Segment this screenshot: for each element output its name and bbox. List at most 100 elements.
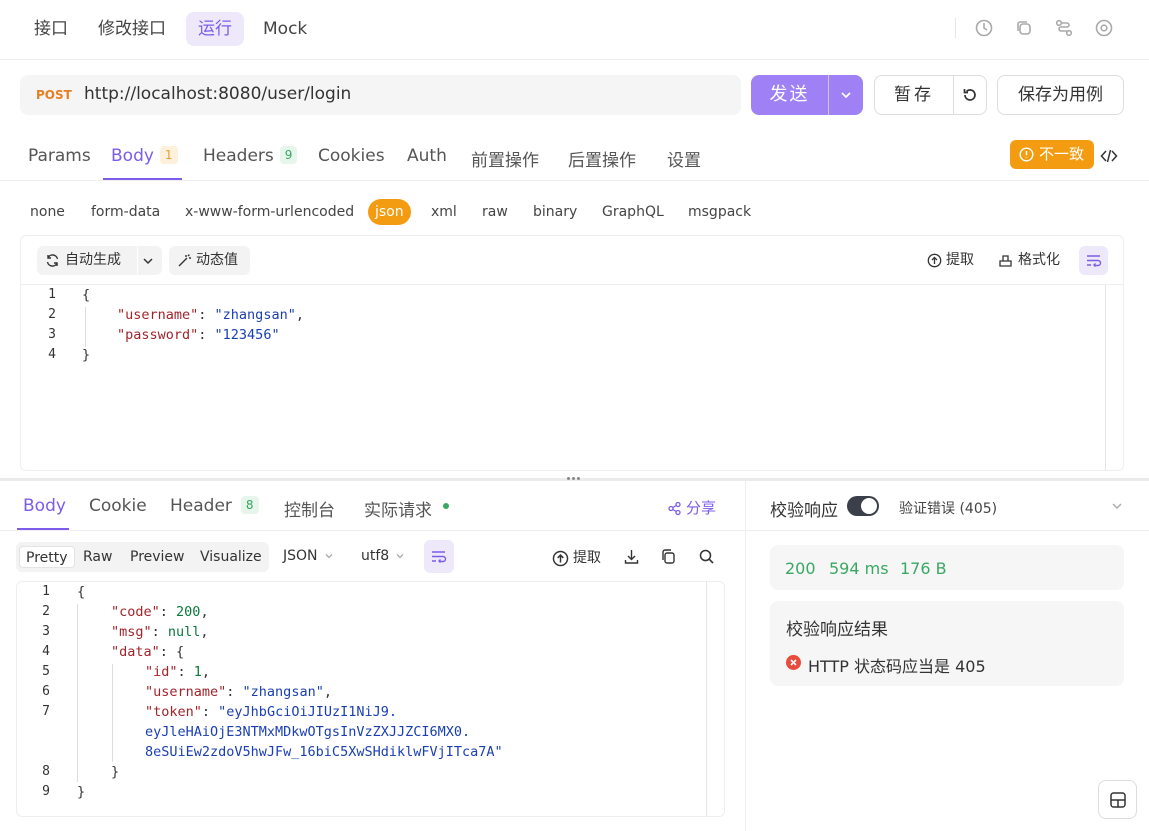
code-line[interactable]: } bbox=[82, 347, 90, 363]
top-tab-run[interactable]: 运行 bbox=[186, 12, 244, 46]
tab-cookies[interactable]: Cookies bbox=[318, 146, 385, 180]
wrap-toggle-button[interactable] bbox=[424, 540, 454, 573]
history-icon[interactable] bbox=[974, 18, 994, 38]
code-line[interactable]: "password": "123456" bbox=[117, 327, 280, 343]
copy-icon[interactable] bbox=[1014, 18, 1034, 38]
tab-body-label: Body bbox=[111, 146, 154, 166]
inconsistent-label: 不一致 bbox=[1039, 145, 1085, 163]
tabs-divider bbox=[0, 180, 1149, 181]
code-line[interactable]: { bbox=[77, 584, 85, 600]
view-mode-visualize[interactable]: Visualize bbox=[194, 546, 268, 568]
save-as-case-button[interactable]: 保存为用例 bbox=[997, 75, 1124, 115]
tab-pre-operations[interactable]: 前置操作 bbox=[471, 146, 539, 180]
view-mode-pretty[interactable]: Pretty bbox=[19, 546, 75, 568]
flow-icon[interactable] bbox=[1054, 18, 1074, 38]
resp-tab-actual-request[interactable]: 实际请求 bbox=[364, 496, 449, 530]
encoding-select[interactable]: utf8 bbox=[361, 548, 405, 564]
response-size: 176 B bbox=[900, 559, 947, 578]
splitter-handle-icon[interactable] bbox=[566, 476, 580, 482]
code-line[interactable]: 8eSUiEw2zdoV5hwJFw_16biC5XwSHdiklwFVjITc… bbox=[145, 744, 503, 760]
code-line[interactable]: "id": 1, bbox=[145, 664, 210, 680]
body-type-none[interactable]: none bbox=[23, 199, 72, 225]
tab-settings[interactable]: 设置 bbox=[667, 146, 701, 180]
body-type-form-data[interactable]: form-data bbox=[84, 199, 167, 225]
resp-tab-header[interactable]: Header 8 bbox=[170, 496, 259, 530]
top-tab-mock[interactable]: Mock bbox=[251, 12, 319, 46]
extract-button[interactable]: 提取 bbox=[927, 246, 974, 275]
body-type-xml[interactable]: xml bbox=[424, 199, 464, 225]
body-type-json[interactable]: json bbox=[368, 199, 411, 225]
settings-icon[interactable] bbox=[1094, 18, 1114, 38]
code-line[interactable]: eyJleHAiOjE3NTMxMDkwOTgsInVzZXJJZCI6MX0. bbox=[145, 724, 470, 740]
indent-guide bbox=[112, 664, 113, 762]
undo-icon[interactable] bbox=[961, 86, 979, 104]
code-line[interactable]: "username": "zhangsan", bbox=[117, 307, 304, 323]
url-bar[interactable]: POST http://localhost:8080/user/login bbox=[20, 75, 741, 115]
resp-tab-body[interactable]: Body bbox=[17, 496, 69, 530]
chevron-down-icon[interactable] bbox=[1110, 499, 1124, 513]
tab-post-operations[interactable]: 后置操作 bbox=[568, 146, 636, 180]
view-mode-raw[interactable]: Raw bbox=[77, 546, 118, 568]
editor-scrollbar[interactable] bbox=[1105, 285, 1106, 470]
body-type-urlencoded[interactable]: x-www-form-urlencoded bbox=[178, 199, 361, 225]
chevron-down-icon bbox=[325, 554, 332, 559]
line-number: 4 bbox=[42, 644, 50, 659]
view-mode-preview[interactable]: Preview bbox=[124, 546, 191, 568]
copy-icon[interactable] bbox=[660, 548, 677, 565]
share-button[interactable]: 分享 bbox=[667, 497, 716, 518]
resp-extract-label: 提取 bbox=[573, 550, 601, 566]
format-label: 格式化 bbox=[1018, 252, 1060, 268]
download-icon[interactable] bbox=[623, 548, 640, 565]
viewer-scrollbar[interactable] bbox=[706, 582, 707, 816]
tab-headers[interactable]: Headers 9 bbox=[203, 146, 298, 180]
tab-body[interactable]: Body 1 bbox=[103, 146, 182, 180]
inconsistent-badge[interactable]: 不一致 bbox=[1010, 140, 1094, 169]
validation-result-card: 校验响应结果 HTTP 状态码应当是 405 bbox=[770, 601, 1124, 686]
auto-generate-button[interactable]: 自动生成 bbox=[37, 246, 162, 275]
error-circle-icon bbox=[786, 655, 801, 670]
code-line[interactable]: { bbox=[82, 287, 90, 303]
dynamic-value-button[interactable]: 动态值 bbox=[169, 246, 250, 275]
code-line[interactable]: } bbox=[77, 784, 85, 800]
code-line[interactable]: } bbox=[111, 764, 119, 780]
send-button-group[interactable]: 发送 bbox=[751, 75, 863, 115]
save-button-group[interactable]: 暂存 bbox=[874, 75, 987, 115]
line-number: 3 bbox=[42, 624, 50, 639]
vertical-divider bbox=[745, 481, 746, 831]
code-line[interactable]: "username": "zhangsan", bbox=[145, 684, 332, 700]
body-type-graphql[interactable]: GraphQL bbox=[595, 199, 671, 225]
resp-tab-console[interactable]: 控制台 bbox=[284, 496, 335, 530]
search-icon[interactable] bbox=[698, 548, 715, 565]
code-line[interactable]: "msg": null, bbox=[111, 624, 209, 640]
code-line[interactable]: "data": { bbox=[111, 644, 184, 660]
wrap-lines-icon bbox=[1087, 255, 1102, 267]
view-mode-segmented[interactable]: Pretty Raw Preview Visualize bbox=[16, 542, 269, 572]
validation-toggle[interactable] bbox=[847, 496, 879, 516]
chevron-down-icon[interactable] bbox=[837, 86, 855, 104]
code-icon[interactable] bbox=[1100, 147, 1118, 165]
code-line[interactable]: "token": "eyJhbGciOiJIUzI1NiJ9. bbox=[145, 704, 397, 720]
resp-extract-button[interactable]: 提取 bbox=[552, 547, 601, 567]
url-input[interactable]: http://localhost:8080/user/login bbox=[84, 84, 351, 104]
auto-generate-label: 自动生成 bbox=[65, 252, 121, 268]
tab-params[interactable]: Params bbox=[28, 146, 91, 180]
line-number: 7 bbox=[42, 704, 50, 719]
body-type-msgpack[interactable]: msgpack bbox=[681, 199, 758, 225]
chevron-down-icon[interactable] bbox=[141, 254, 155, 268]
code-line[interactable]: "code": 200, bbox=[111, 604, 209, 620]
body-type-binary[interactable]: binary bbox=[526, 199, 584, 225]
body-type-raw[interactable]: raw bbox=[475, 199, 515, 225]
top-tab-interface[interactable]: 接口 bbox=[22, 12, 80, 46]
format-select[interactable]: JSON bbox=[283, 548, 334, 564]
wrap-toggle-button[interactable] bbox=[1079, 246, 1108, 275]
validation-error-text: 验证错误 (405) bbox=[899, 501, 998, 517]
format-button[interactable]: 格式化 bbox=[998, 246, 1060, 275]
top-tab-edit-interface[interactable]: 修改接口 bbox=[86, 12, 178, 46]
line-number: 8 bbox=[42, 764, 50, 779]
layout-toggle-button[interactable] bbox=[1098, 780, 1137, 819]
send-button[interactable]: 发送 bbox=[751, 75, 828, 115]
resp-tab-cookie[interactable]: Cookie bbox=[89, 496, 147, 530]
save-button[interactable]: 暂存 bbox=[875, 76, 953, 114]
method-label[interactable]: POST bbox=[36, 88, 72, 102]
tab-auth[interactable]: Auth bbox=[407, 146, 447, 180]
